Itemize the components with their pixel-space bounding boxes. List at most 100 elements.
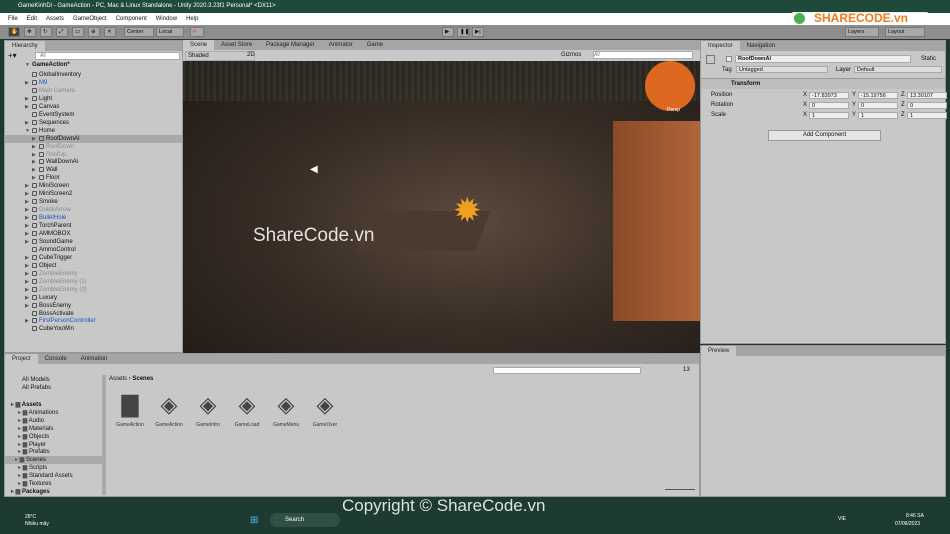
hand-tool-icon[interactable]: ✋ (8, 27, 20, 37)
expand-arrow-icon[interactable]: ▶ (32, 143, 39, 151)
hierarchy-item[interactable]: ▶ Light (25, 95, 52, 103)
hierarchy-item[interactable]: ▶ Luxury (25, 294, 57, 302)
hierarchy-item[interactable]: ▶ WallDownAi (32, 158, 78, 166)
menu-gameobject[interactable]: GameObject (73, 13, 107, 25)
hierarchy-item[interactable]: ▶ SoundGame (25, 238, 73, 246)
project-folder[interactable]: ▸ ▆ Materials (8, 425, 105, 433)
breadcrumb-scenes[interactable]: Scenes (132, 376, 153, 382)
expand-arrow-icon[interactable]: ▶ (25, 222, 32, 230)
persp-label[interactable]: Persp (667, 107, 680, 113)
add-icon[interactable]: +▾ (8, 52, 17, 60)
tree-scrollbar[interactable] (102, 375, 106, 495)
tab-game[interactable]: Game (360, 40, 390, 50)
transform-scale-x-field[interactable]: 1 (809, 112, 849, 119)
layers-dropdown[interactable]: Layers (845, 27, 879, 37)
expand-arrow-icon[interactable]: ▶ (25, 317, 32, 325)
tab-project[interactable]: Project (5, 354, 38, 364)
hierarchy-item[interactable]: ▶ Smoke (25, 198, 58, 206)
grid-snap-icon[interactable]: # (190, 27, 204, 37)
tab-animator[interactable]: Animator (322, 40, 360, 50)
gizmos-dropdown[interactable]: Gizmos (561, 50, 581, 61)
transform-scale-z-field[interactable]: 1 (907, 112, 947, 119)
transform-rotation-x-field[interactable]: 0 (809, 102, 849, 109)
expand-arrow-icon[interactable]: ▶ (25, 190, 32, 198)
hierarchy-item[interactable]: GlobalInventory (25, 71, 81, 79)
favorite-all-prefabs[interactable]: All Prefabs (22, 385, 51, 391)
asset-unity[interactable]: ◈ GameIntro (188, 392, 228, 428)
tab-console[interactable]: Console (38, 354, 74, 364)
expand-arrow-icon[interactable]: ▶ (25, 198, 32, 206)
asset-unity[interactable]: ◈ GameOver (305, 392, 345, 428)
expand-arrow-icon[interactable]: ▶ (25, 230, 32, 238)
scale-tool-icon[interactable]: ⤢ (56, 27, 68, 37)
hierarchy-item[interactable]: ▶ CubeTrigger (25, 254, 72, 262)
object-name-field[interactable]: RoofDownAI (735, 55, 911, 63)
scene-search-input[interactable] (593, 51, 693, 59)
scene-viewport[interactable]: ✹ ◀ ShareCode.vn Persp (183, 61, 700, 353)
layer-dropdown[interactable]: Default (854, 66, 942, 73)
breadcrumb-assets[interactable]: Assets (109, 376, 127, 382)
asset-unity[interactable]: ◈ GameAction (149, 392, 189, 428)
project-folder[interactable]: ▸ ▆ Audio (8, 417, 105, 425)
expand-arrow-icon[interactable]: ▶ (25, 214, 32, 222)
expand-arrow-icon[interactable]: ▶ (25, 119, 32, 127)
weather-temp[interactable]: 28°C (25, 514, 36, 520)
tab-inspector[interactable]: Inspector (701, 41, 740, 51)
expand-arrow-icon[interactable]: ▶ (25, 95, 32, 103)
expand-arrow-icon[interactable]: ▶ (25, 270, 32, 278)
expand-arrow-icon[interactable]: ▶ (25, 294, 32, 302)
shading-dropdown[interactable]: Shaded (185, 51, 255, 61)
rect-tool-icon[interactable]: ▭ (72, 27, 84, 37)
hierarchy-item[interactable]: ▶ RoofUp (32, 151, 66, 159)
menu-window[interactable]: Window (156, 13, 177, 25)
hierarchy-item[interactable]: ▶ TorchParent (25, 222, 71, 230)
transform-position-z-field[interactable]: 13.30107 (907, 92, 947, 99)
transform-header[interactable]: Transform (701, 78, 945, 89)
expand-arrow-icon[interactable]: ▶ (25, 254, 32, 262)
asset-unity[interactable]: ◈ GameLoad (227, 392, 267, 428)
expand-arrow-icon[interactable]: ▶ (25, 79, 32, 87)
expand-arrow-icon[interactable]: ▶ (32, 174, 39, 182)
hierarchy-item[interactable]: EventSystem (25, 111, 74, 119)
expand-arrow-icon[interactable]: ▶ (32, 151, 39, 159)
tab-hierarchy[interactable]: Hierarchy (5, 41, 45, 51)
weather-desc[interactable]: Nhiều mây (25, 521, 49, 527)
add-component-button[interactable]: Add Component (768, 130, 881, 141)
expand-arrow-icon[interactable]: ▶ (25, 103, 32, 111)
menu-file[interactable]: File (8, 13, 18, 25)
asset-folder[interactable]: ▇ GameAction (110, 392, 150, 428)
project-folder[interactable]: ▸ ▆ Assets (8, 401, 105, 409)
menu-edit[interactable]: Edit (27, 13, 37, 25)
hierarchy-item[interactable]: AmmoControl (25, 246, 76, 254)
project-folder[interactable]: ▸ ▆ Textures (8, 480, 105, 488)
clock-time[interactable]: 8:46 SA (906, 513, 924, 519)
hierarchy-item[interactable]: ▶ GuideArrow (25, 206, 71, 214)
scene-root[interactable]: ▼ GameAction* (25, 61, 70, 69)
transform-tool-icon[interactable]: ⊕ (88, 27, 100, 37)
hierarchy-search-input[interactable] (35, 52, 180, 60)
mode-2d-toggle[interactable]: 2D (247, 50, 255, 61)
project-search-input[interactable] (493, 367, 641, 374)
expand-arrow-icon[interactable]: ▶ (25, 238, 32, 246)
move-tool-icon[interactable]: ✥ (24, 27, 36, 37)
taskbar-search[interactable]: Search (270, 513, 340, 527)
expand-arrow-icon[interactable]: ▶ (25, 262, 32, 270)
hierarchy-item[interactable]: ▶ RoofDown (32, 143, 74, 151)
expand-arrow-icon[interactable]: ▶ (25, 278, 32, 286)
orientation-gizmo[interactable] (645, 61, 695, 111)
hierarchy-item[interactable]: CubeYouWin (25, 325, 74, 333)
menu-component[interactable]: Component (116, 13, 147, 25)
clock-date[interactable]: 07/06/2023 (895, 521, 920, 527)
tab-asset-store[interactable]: Asset Store (214, 40, 259, 50)
menu-help[interactable]: Help (186, 13, 198, 25)
hierarchy-item[interactable]: ▶ Floor (32, 174, 60, 182)
project-folder[interactable]: ▸ ▆ Player (8, 441, 105, 449)
expand-arrow-icon[interactable]: ▶ (25, 206, 32, 214)
transform-position-y-field[interactable]: -15.19756 (858, 92, 898, 99)
project-folder[interactable]: ▸ ▆ Animations (8, 409, 105, 417)
hidden-packages-count[interactable]: 13 (683, 367, 690, 373)
project-folder[interactable]: ▸ ▆ Packages (8, 488, 105, 496)
tab-scene[interactable]: Scene (183, 40, 215, 50)
play-button[interactable]: ▶ (442, 27, 454, 37)
hierarchy-item[interactable]: ▶ RoofDownAI (5, 134, 182, 143)
